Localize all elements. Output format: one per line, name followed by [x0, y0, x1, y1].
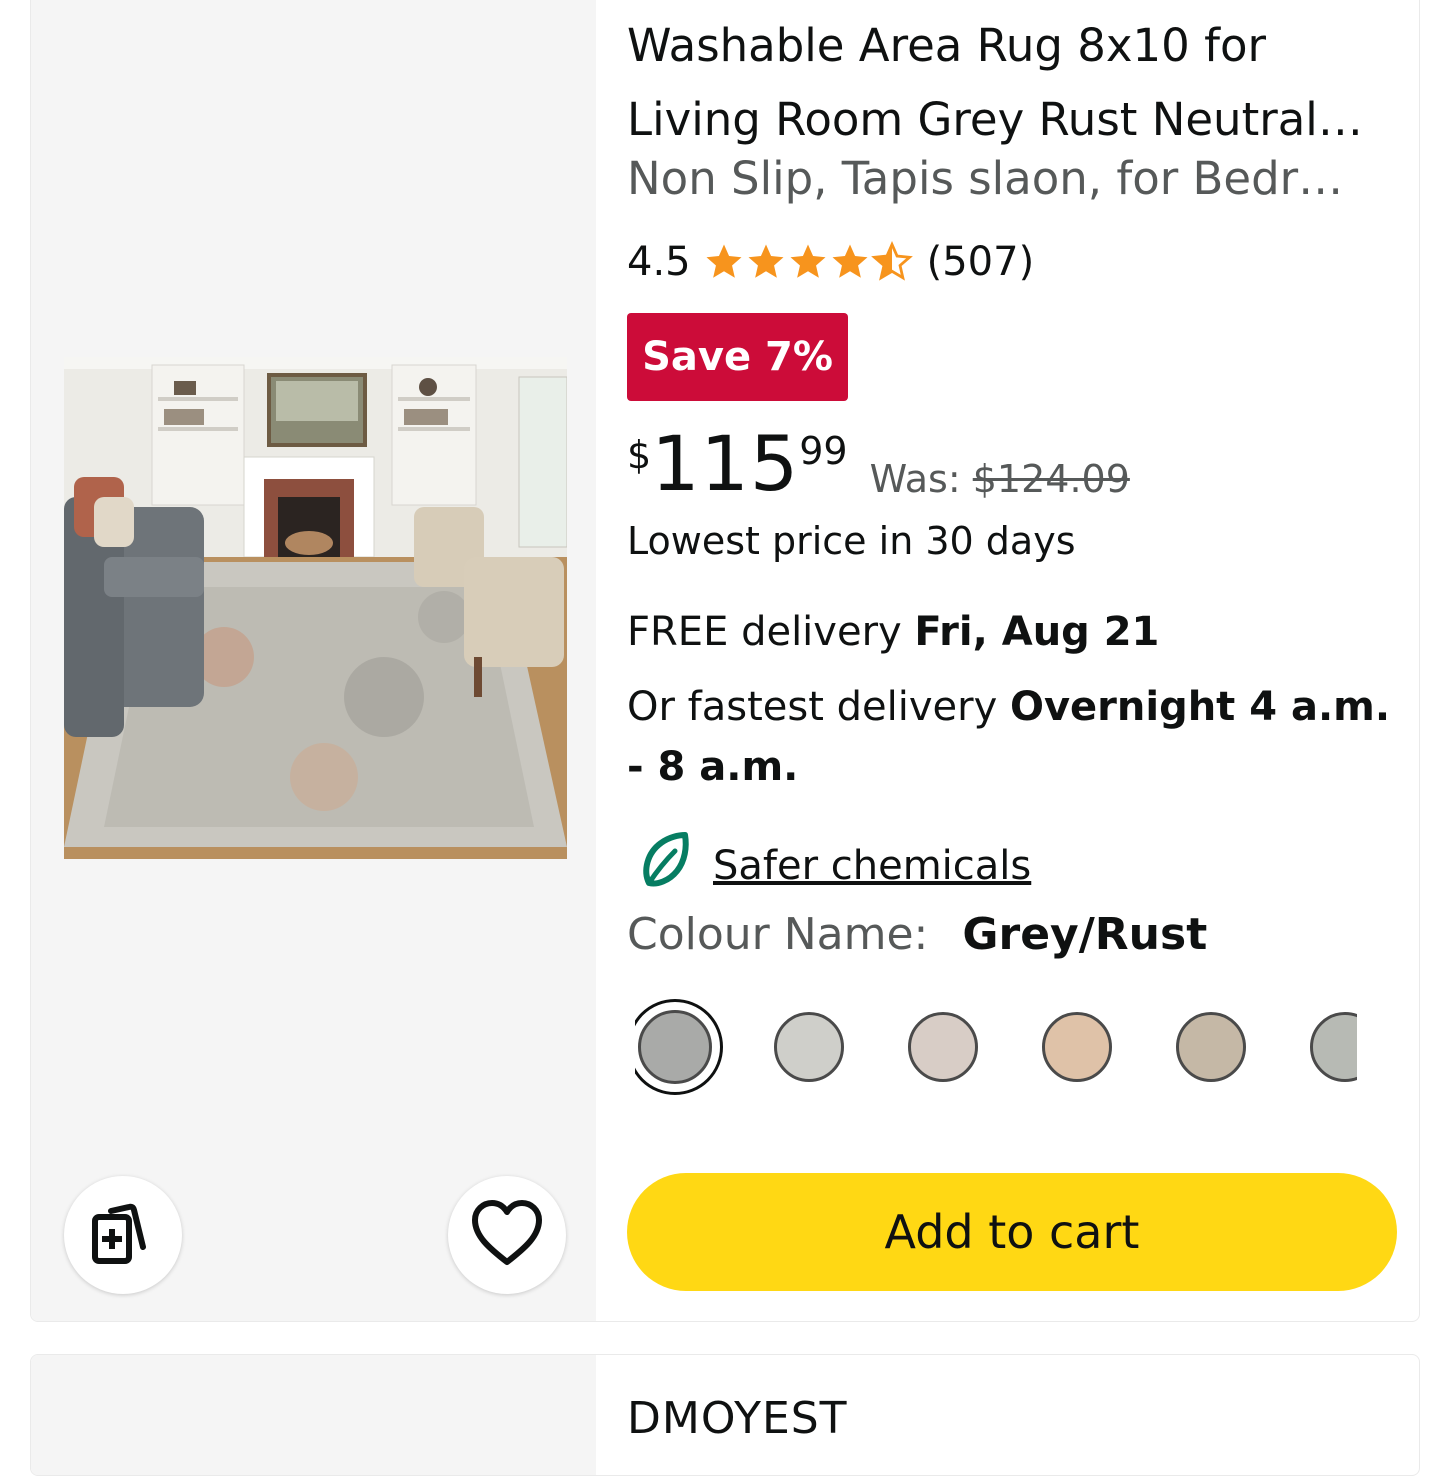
- wishlist-button[interactable]: [448, 1176, 566, 1294]
- product-card[interactable]: DMOYEST: [30, 1354, 1420, 1476]
- rating-stars: [703, 241, 913, 283]
- price-row: $ 115 99 Was: $124.09: [627, 421, 1130, 507]
- safer-chemicals-link[interactable]: Safer chemicals: [713, 843, 1031, 889]
- product-image-pane: [31, 1355, 596, 1475]
- colour-label: Colour Name:: [627, 909, 929, 960]
- compare-button[interactable]: [64, 1176, 182, 1294]
- product-image-pane: [31, 0, 596, 1321]
- colour-swatch-fill: [638, 1010, 712, 1084]
- star-icon: [748, 244, 784, 278]
- was-price-block: Was: $124.09: [870, 457, 1130, 501]
- colour-swatch[interactable]: [1310, 1012, 1357, 1082]
- delivery-date: Fri, Aug 21: [914, 609, 1160, 655]
- star-icon: [706, 244, 742, 278]
- save-badge: Save 7%: [627, 313, 848, 401]
- product-subtitle[interactable]: Non Slip, Tapis slaon, for Bedr…: [627, 151, 1395, 207]
- colour-name-row: Colour Name: Grey/Rust: [627, 909, 1207, 960]
- star-half-icon: [870, 241, 913, 281]
- add-to-cart-button[interactable]: Add to cart: [627, 1173, 1397, 1291]
- free-delivery: FREE delivery Fri, Aug 21: [627, 609, 1159, 655]
- delivery-prefix: FREE delivery: [627, 609, 902, 655]
- compare-cards-icon: [87, 1197, 159, 1273]
- safer-chemicals[interactable]: Safer chemicals: [639, 831, 1031, 901]
- colour-swatch[interactable]: [774, 1012, 844, 1082]
- fastest-prefix: Or fastest delivery: [627, 684, 998, 730]
- was-label: Was:: [869, 457, 961, 501]
- leaf-icon: [639, 831, 691, 901]
- fastest-delivery: Or fastest delivery Overnight 4 a.m. - 8…: [627, 677, 1397, 797]
- star-icon: [832, 244, 868, 278]
- star-icon: [790, 244, 826, 278]
- colour-swatch[interactable]: [1176, 1012, 1246, 1082]
- colour-swatch[interactable]: [635, 999, 723, 1095]
- rating-value: 4.5: [627, 239, 691, 285]
- colour-swatches: [635, 997, 1357, 1097]
- product-image[interactable]: [64, 357, 567, 859]
- rating-count: (507): [926, 239, 1035, 285]
- colour-value: Grey/Rust: [962, 909, 1208, 960]
- price-currency: $: [627, 433, 652, 477]
- product-brand[interactable]: DMOYEST: [627, 1393, 848, 1444]
- lowest-price-note: Lowest price in 30 days: [627, 519, 1076, 563]
- colour-swatch[interactable]: [908, 1012, 978, 1082]
- was-price: $124.09: [972, 457, 1130, 501]
- rating-row[interactable]: 4.5 (507): [627, 237, 1034, 287]
- product-card[interactable]: Washable Area Rug 8x10 for Living Room G…: [30, 0, 1420, 1322]
- price-fraction: 99: [799, 429, 848, 473]
- price-whole: 115: [651, 419, 800, 508]
- product-title[interactable]: Washable Area Rug 8x10 for Living Room G…: [627, 9, 1395, 157]
- colour-swatch[interactable]: [1042, 1012, 1112, 1082]
- heart-icon: [469, 1198, 545, 1272]
